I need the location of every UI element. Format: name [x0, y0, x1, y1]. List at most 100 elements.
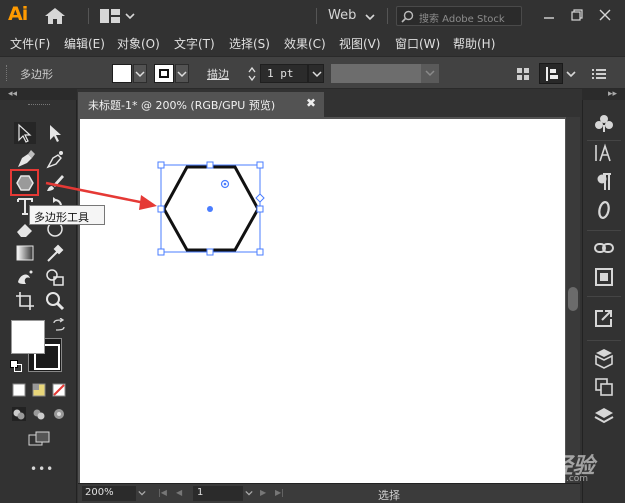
- menu-window[interactable]: 窗口(W): [395, 35, 440, 52]
- search-icon: [401, 10, 414, 23]
- stroke-panel-link[interactable]: 描边: [207, 66, 229, 82]
- minimize-icon[interactable]: [540, 6, 558, 24]
- panel-dock: [582, 100, 625, 503]
- arrange-documents-icon[interactable]: [100, 9, 120, 23]
- draw-inside-icon[interactable]: [52, 407, 66, 421]
- scrollbar-thumb[interactable]: [568, 287, 578, 311]
- stroke-dropdown-button[interactable]: [175, 64, 189, 83]
- menu-bar: 文件(F) 编辑(E) 对象(O) 文字(T) 选择(S) 效果(C) 视图(V…: [0, 32, 625, 54]
- gradient-mode-icon[interactable]: [32, 383, 46, 397]
- separator: [587, 230, 621, 231]
- dock-collapse-bar[interactable]: ▸▸: [582, 89, 625, 100]
- image-trace-panel-icon[interactable]: [593, 266, 615, 288]
- separator: [387, 8, 388, 24]
- export-panel-icon[interactable]: [593, 307, 615, 329]
- panel-grip[interactable]: [6, 65, 9, 81]
- paintbrush-tool-icon[interactable]: [44, 172, 66, 194]
- chevron-down-icon[interactable]: [365, 12, 375, 22]
- menu-object[interactable]: 对象(O): [117, 35, 160, 52]
- polygon-tool-icon[interactable]: [14, 172, 36, 194]
- fill-color-swatch[interactable]: [112, 64, 132, 83]
- menu-help[interactable]: 帮助(H): [453, 35, 495, 52]
- close-icon[interactable]: [596, 6, 614, 24]
- layers-panel-icon[interactable]: [593, 405, 615, 427]
- curvature-tool-icon[interactable]: [44, 148, 66, 170]
- separator: [587, 296, 621, 297]
- swap-colors-icon[interactable]: [52, 318, 66, 332]
- restore-icon[interactable]: [568, 6, 586, 24]
- menu-type[interactable]: 文字(T): [174, 35, 215, 52]
- stroke-color-swatch[interactable]: [154, 64, 174, 83]
- separator: [587, 140, 621, 141]
- opentype-panel-icon[interactable]: [593, 199, 615, 221]
- gradient-tool-icon[interactable]: [14, 242, 36, 264]
- document-tab[interactable]: 未标题-1* @ 200% (RGB/GPU 预览) ✖: [78, 92, 324, 117]
- watermark-url: jingyan.baidu.com: [505, 474, 589, 484]
- fill-color-box[interactable]: [11, 320, 45, 354]
- menu-select[interactable]: 选择(S): [229, 35, 270, 52]
- workspace-switcher[interactable]: Web: [328, 8, 356, 23]
- artboards-panel-icon[interactable]: [593, 376, 615, 398]
- character-panel-icon[interactable]: [593, 142, 615, 164]
- stroke-weight-dropdown[interactable]: [308, 64, 324, 83]
- draw-normal-icon[interactable]: [12, 407, 26, 421]
- chevron-down-icon: [177, 71, 187, 78]
- artboard-tool-icon[interactable]: [14, 290, 36, 312]
- variable-width-profile[interactable]: [331, 64, 421, 83]
- direct-selection-tool-icon[interactable]: [44, 122, 66, 144]
- vertical-scrollbar[interactable]: [566, 117, 580, 483]
- color-mode-icon[interactable]: [12, 383, 26, 397]
- stroke-stepper[interactable]: [247, 66, 257, 82]
- stroke-weight-field[interactable]: 1 pt: [260, 64, 308, 83]
- menu-edit[interactable]: 编辑(E): [64, 35, 105, 52]
- toolbar-collapse-bar[interactable]: ◂◂: [0, 89, 77, 100]
- previous-artboard-icon[interactable]: ◀: [176, 488, 182, 497]
- status-text[interactable]: 选择: [378, 487, 400, 503]
- chevron-down-icon[interactable]: [245, 489, 253, 497]
- screen-mode-icon[interactable]: [28, 430, 50, 448]
- current-tool-name: 多边形: [20, 68, 53, 81]
- chevron-down-icon: [135, 71, 145, 78]
- close-document-icon[interactable]: ✖: [306, 96, 316, 110]
- profile-dropdown[interactable]: [421, 64, 439, 83]
- shape-builder-tool-icon[interactable]: [44, 266, 66, 288]
- chevron-down-icon[interactable]: [566, 69, 576, 79]
- eyedropper-tool-icon[interactable]: [44, 242, 66, 264]
- last-artboard-icon[interactable]: ▶|: [275, 488, 284, 497]
- next-artboard-icon[interactable]: ▶: [260, 488, 266, 497]
- chevron-down-icon[interactable]: [138, 489, 146, 497]
- asset-export-panel-icon[interactable]: [593, 347, 615, 369]
- symbol-sprayer-tool-icon[interactable]: [14, 266, 36, 288]
- align-button[interactable]: [539, 63, 563, 84]
- artboard-number-field[interactable]: 1: [193, 486, 243, 501]
- fill-dropdown-button[interactable]: [133, 64, 147, 83]
- paragraph-panel-icon[interactable]: [593, 171, 615, 193]
- toolbar-grip[interactable]: [28, 104, 50, 106]
- home-icon[interactable]: [44, 7, 66, 25]
- menu-effect[interactable]: 效果(C): [284, 35, 326, 52]
- tool-tooltip: 多边形工具: [29, 205, 105, 225]
- zoom-level-field[interactable]: 200%: [82, 486, 136, 501]
- pen-tool-icon[interactable]: [14, 148, 36, 170]
- draw-behind-icon[interactable]: [32, 407, 46, 421]
- control-bar: 多边形 描边 1 pt: [0, 56, 625, 89]
- first-artboard-icon[interactable]: |◀: [158, 488, 167, 497]
- separator: [316, 8, 317, 24]
- menu-file[interactable]: 文件(F): [10, 35, 50, 52]
- expand-arrows-icon: ▸▸: [608, 89, 618, 99]
- default-colors-icon[interactable]: [10, 360, 22, 372]
- panel-menu-icon[interactable]: [591, 66, 607, 82]
- links-panel-icon[interactable]: [593, 237, 615, 259]
- grid-align-icon[interactable]: [515, 66, 531, 82]
- stock-search-input[interactable]: 搜索 Adobe Stock: [396, 6, 522, 26]
- chevron-down-icon[interactable]: [125, 11, 135, 21]
- none-mode-icon[interactable]: [52, 383, 66, 397]
- artboard[interactable]: [80, 119, 565, 483]
- separator: [88, 8, 89, 24]
- menu-view[interactable]: 视图(V): [339, 35, 381, 52]
- search-placeholder: 搜索 Adobe Stock: [419, 14, 505, 25]
- zoom-tool-icon[interactable]: [44, 290, 66, 312]
- selection-tool-icon[interactable]: [14, 122, 36, 144]
- symbols-panel-icon[interactable]: [593, 112, 615, 134]
- edit-toolbar-button[interactable]: •••: [30, 462, 54, 476]
